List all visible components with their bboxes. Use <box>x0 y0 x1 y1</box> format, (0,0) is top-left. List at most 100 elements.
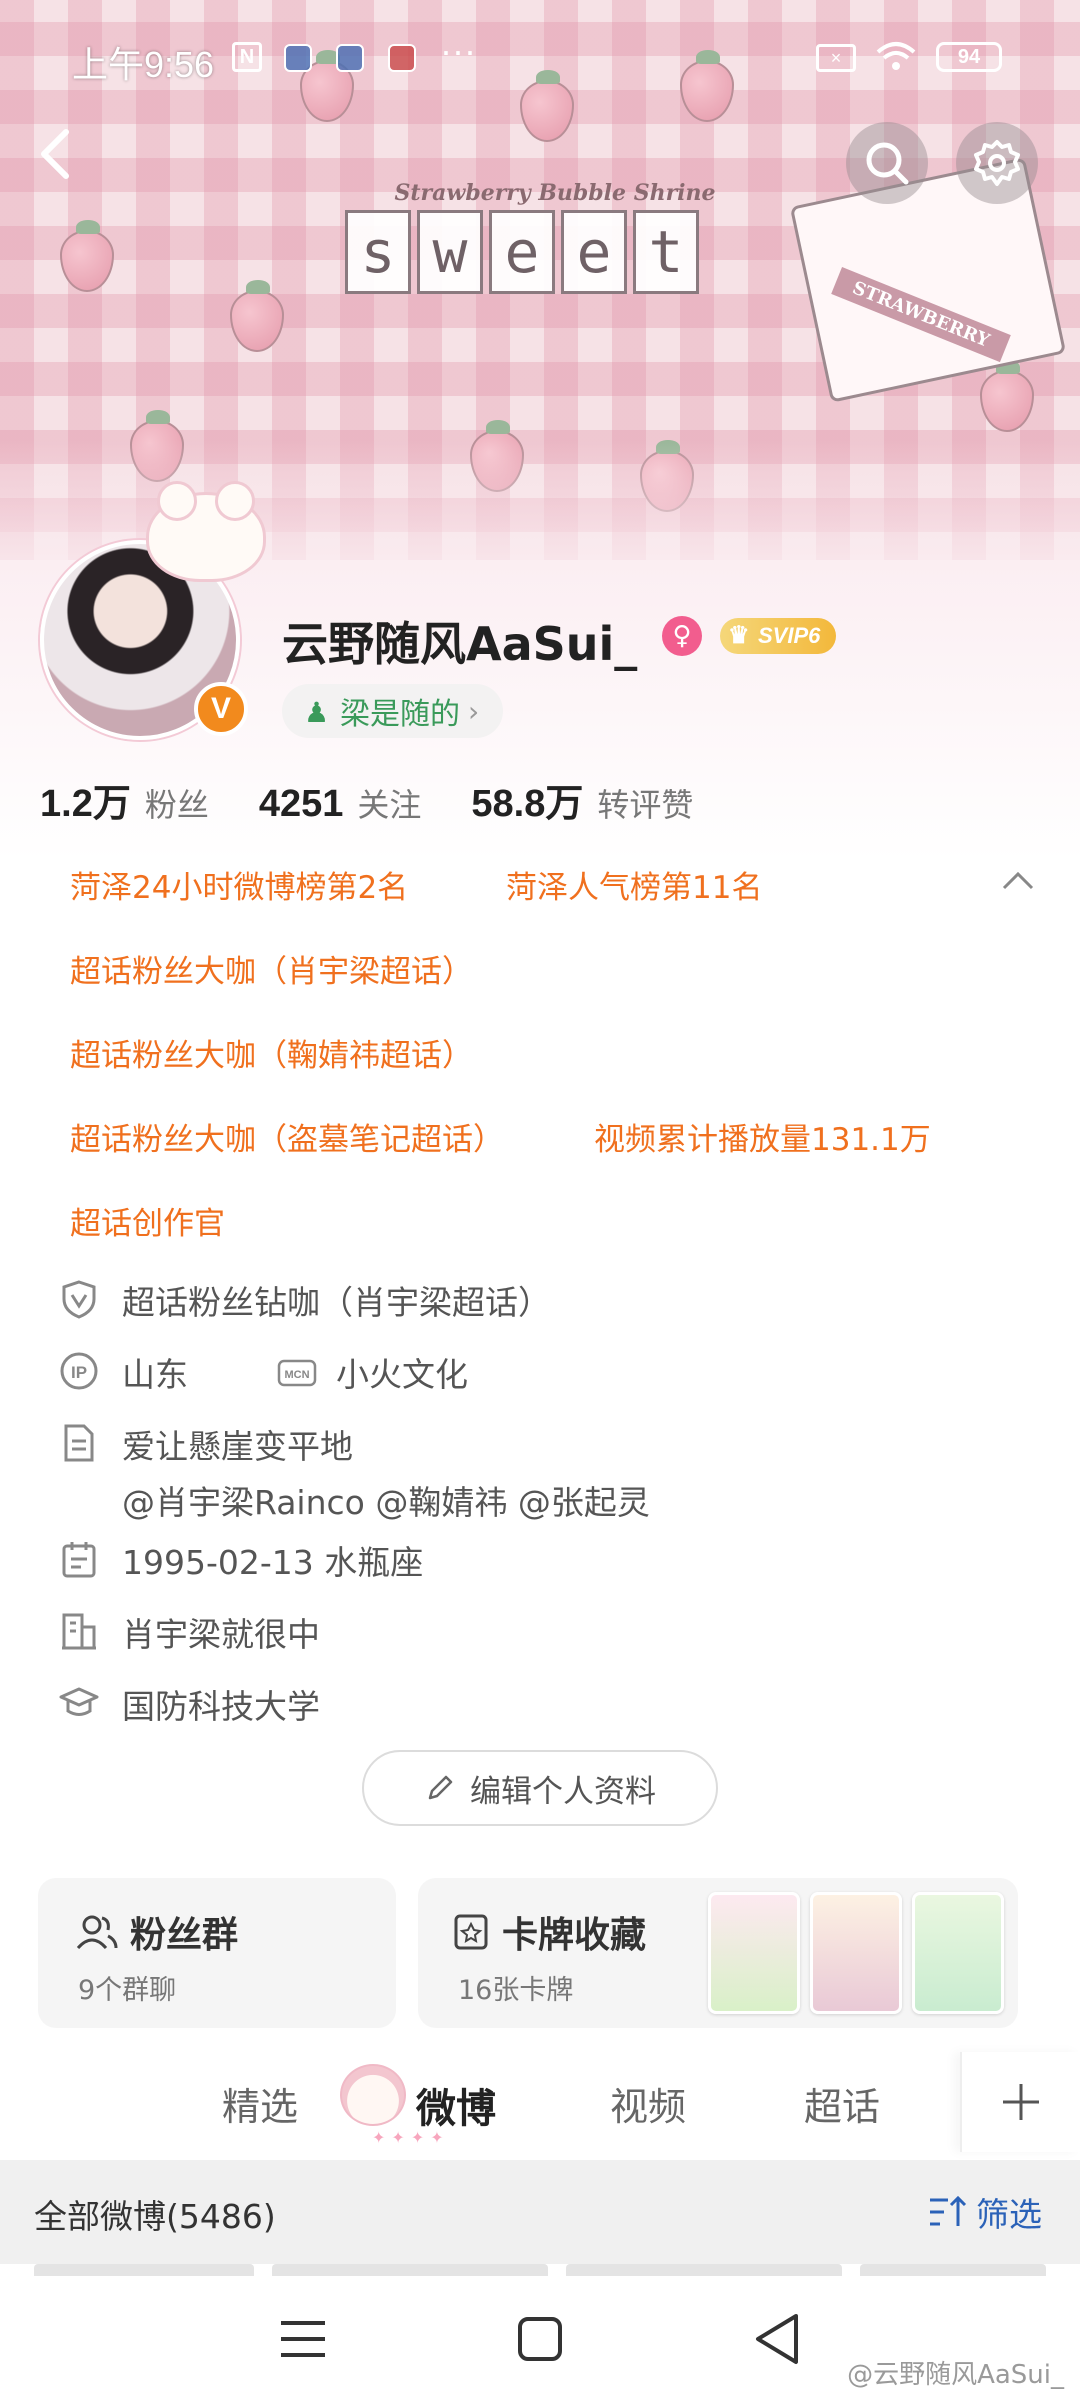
school: 国防科技大学 <box>122 1687 320 1726</box>
mcn-icon: MCN <box>276 1352 318 1394</box>
honor-tag[interactable]: 菏泽24小时微博榜第2名 <box>70 862 408 907</box>
strawberry-decoration <box>640 440 694 512</box>
group-icon <box>76 1915 118 1950</box>
stat-label: 关注 <box>357 786 422 824</box>
tab-video[interactable]: 视频 <box>610 2076 686 2131</box>
mcn-name: 小火文化 <box>336 1355 468 1394</box>
all-weibo-count[interactable]: 全部微博(5486) <box>34 2190 276 2238</box>
tab-supertopic[interactable]: 超话 <box>804 2076 880 2131</box>
banner-sweet-letters: s w e e t <box>345 210 699 294</box>
tab-bunny-mascot-icon <box>340 2064 406 2126</box>
mcn-icon-label: MCN <box>284 1369 309 1381</box>
info-bio-row[interactable]: 爱让懸崖变平地 @肖宇梁Rainco @鞠婧祎 @张起灵 <box>58 1420 650 1524</box>
filter-icon <box>930 2195 967 2226</box>
card-collection-label: 卡牌收藏 <box>502 1915 647 1956</box>
card-thumbnail <box>912 1892 1004 2014</box>
post-preview-strip <box>860 2264 1046 2276</box>
mcn-agency[interactable]: MCN 小火文化 <box>276 1348 468 1396</box>
menu-icon <box>281 2321 325 2357</box>
stat-following[interactable]: 4251 关注 <box>259 780 422 826</box>
edit-profile-button[interactable]: 编辑个人资料 <box>362 1750 718 1826</box>
status-bar: 上午9:56 N ··· × 94 <box>0 0 1080 120</box>
honor-tag[interactable]: 超话粉丝大咖（肖宇梁超话） <box>70 946 473 991</box>
stat-number: 4251 <box>258 783 344 825</box>
info-birthday-row: 1995-02-13 水瓶座 <box>58 1536 423 1584</box>
bio-mentions[interactable]: @肖宇梁Rainco @鞠婧祎 @张起灵 <box>122 1476 650 1524</box>
post-preview-strip <box>34 2264 254 2276</box>
post-preview-strip <box>566 2264 842 2276</box>
strawberry-decoration <box>470 420 524 492</box>
recent-apps-button[interactable] <box>268 2304 338 2374</box>
ip-location: 山东 <box>122 1355 188 1394</box>
search-button[interactable] <box>846 122 928 204</box>
stat-number: 58.8万 <box>471 783 584 825</box>
home-icon <box>518 2317 562 2361</box>
nfc-icon: N <box>232 42 262 72</box>
fan-group-title: 粉丝群 <box>76 1906 238 1958</box>
female-icon: ♀ <box>662 616 702 656</box>
system-back-button[interactable] <box>742 2304 812 2374</box>
strawberry-decoration <box>60 220 114 292</box>
stat-label: 粉丝 <box>144 786 209 824</box>
settings-button[interactable] <box>956 122 1038 204</box>
doc-icon <box>58 1422 100 1464</box>
honor-tag[interactable]: 超话粉丝大咖（鞠婧祎超话） <box>70 1030 473 1075</box>
wifi-icon <box>876 40 916 80</box>
chevron-up-icon <box>1002 871 1034 890</box>
honor-tag[interactable]: 视频累计播放量131.1万 <box>594 1114 931 1159</box>
stat-followers[interactable]: 1.2万 粉丝 <box>40 772 209 827</box>
edit-profile-label: 编辑个人资料 <box>470 1773 656 1810</box>
strawberry-decoration <box>130 410 184 482</box>
strawberry-decoration <box>230 280 284 352</box>
filter-button[interactable]: 筛选 <box>928 2188 1042 2236</box>
no-sim-icon: × <box>816 44 856 72</box>
honor-tag[interactable]: 菏泽人气榜第11名 <box>506 862 762 907</box>
app-notification-icon <box>336 44 364 72</box>
strawberry-box-illustration <box>789 157 1067 403</box>
collapse-honors-button[interactable] <box>998 866 1038 896</box>
profile-tag-button[interactable]: ♟ 梁是随的 › <box>282 684 504 738</box>
shield-icon <box>58 1278 100 1320</box>
profile-stats: 1.2万 粉丝 4251 关注 58.8万 转评赞 <box>40 772 693 827</box>
add-tab-button[interactable] <box>960 2052 1080 2152</box>
battery-indicator: 94 <box>936 42 1002 72</box>
banner-letter: t <box>633 210 699 294</box>
app-notification-icon <box>284 44 312 72</box>
info-badge-row[interactable]: 超话粉丝钻咖（肖宇梁超话） <box>58 1276 551 1324</box>
fan-group-card[interactable]: 粉丝群 9个群聊 <box>38 1878 396 2028</box>
card-icon <box>454 1914 488 1950</box>
honor-tag[interactable]: 超话粉丝大咖（盗墓笔记超话） <box>70 1114 504 1159</box>
profile-tag-label: 梁是随的 <box>340 697 460 732</box>
avatar-frame-bear <box>146 481 266 582</box>
filter-label: 筛选 <box>976 2195 1042 2234</box>
banner-letter: e <box>489 210 555 294</box>
banner-letter: w <box>417 210 483 294</box>
card-collection-title: 卡牌收藏 <box>452 1906 646 1958</box>
profile-name: 云野随风AaSui_ <box>282 617 638 671</box>
building-icon <box>58 1610 100 1652</box>
svip-badge[interactable]: SVIP6 <box>720 618 837 654</box>
tab-weibo[interactable]: 微博 <box>416 2076 496 2134</box>
honor-tag[interactable]: 超话创作官 <box>70 1198 225 1243</box>
stat-label: 转评赞 <box>597 786 694 824</box>
card-collection-count: 16张卡牌 <box>458 1975 574 2006</box>
search-icon <box>866 142 909 185</box>
card-collection-card[interactable]: 卡牌收藏 16张卡牌 <box>418 1878 1018 2028</box>
watermark: @云野随风AaSui_ <box>847 2360 1064 2390</box>
info-location-row: IP 山东 MCN 小火文化 <box>58 1348 468 1396</box>
weibo-filter-bar: 全部微博(5486) 筛选 <box>0 2160 1080 2264</box>
stat-interactions[interactable]: 58.8万 转评赞 <box>471 772 693 827</box>
home-button[interactable] <box>505 2304 575 2374</box>
content-tabs: 精选 微博 视频 超话 <box>0 2058 1080 2158</box>
back-button[interactable] <box>28 118 88 188</box>
banner-letter: s <box>345 210 411 294</box>
chevron-right-icon: › <box>468 694 480 728</box>
tab-featured[interactable]: 精选 <box>222 2076 298 2131</box>
pencil-icon <box>428 1775 453 1800</box>
avatar[interactable]: V <box>36 481 266 742</box>
fan-badge-text: 超话粉丝钻咖（肖宇梁超话） <box>122 1283 551 1322</box>
verified-badge: V <box>194 682 248 736</box>
graduation-cap-icon <box>58 1682 100 1724</box>
company: 肖宇梁就很中 <box>122 1615 320 1654</box>
card-thumbnail <box>810 1892 902 2014</box>
